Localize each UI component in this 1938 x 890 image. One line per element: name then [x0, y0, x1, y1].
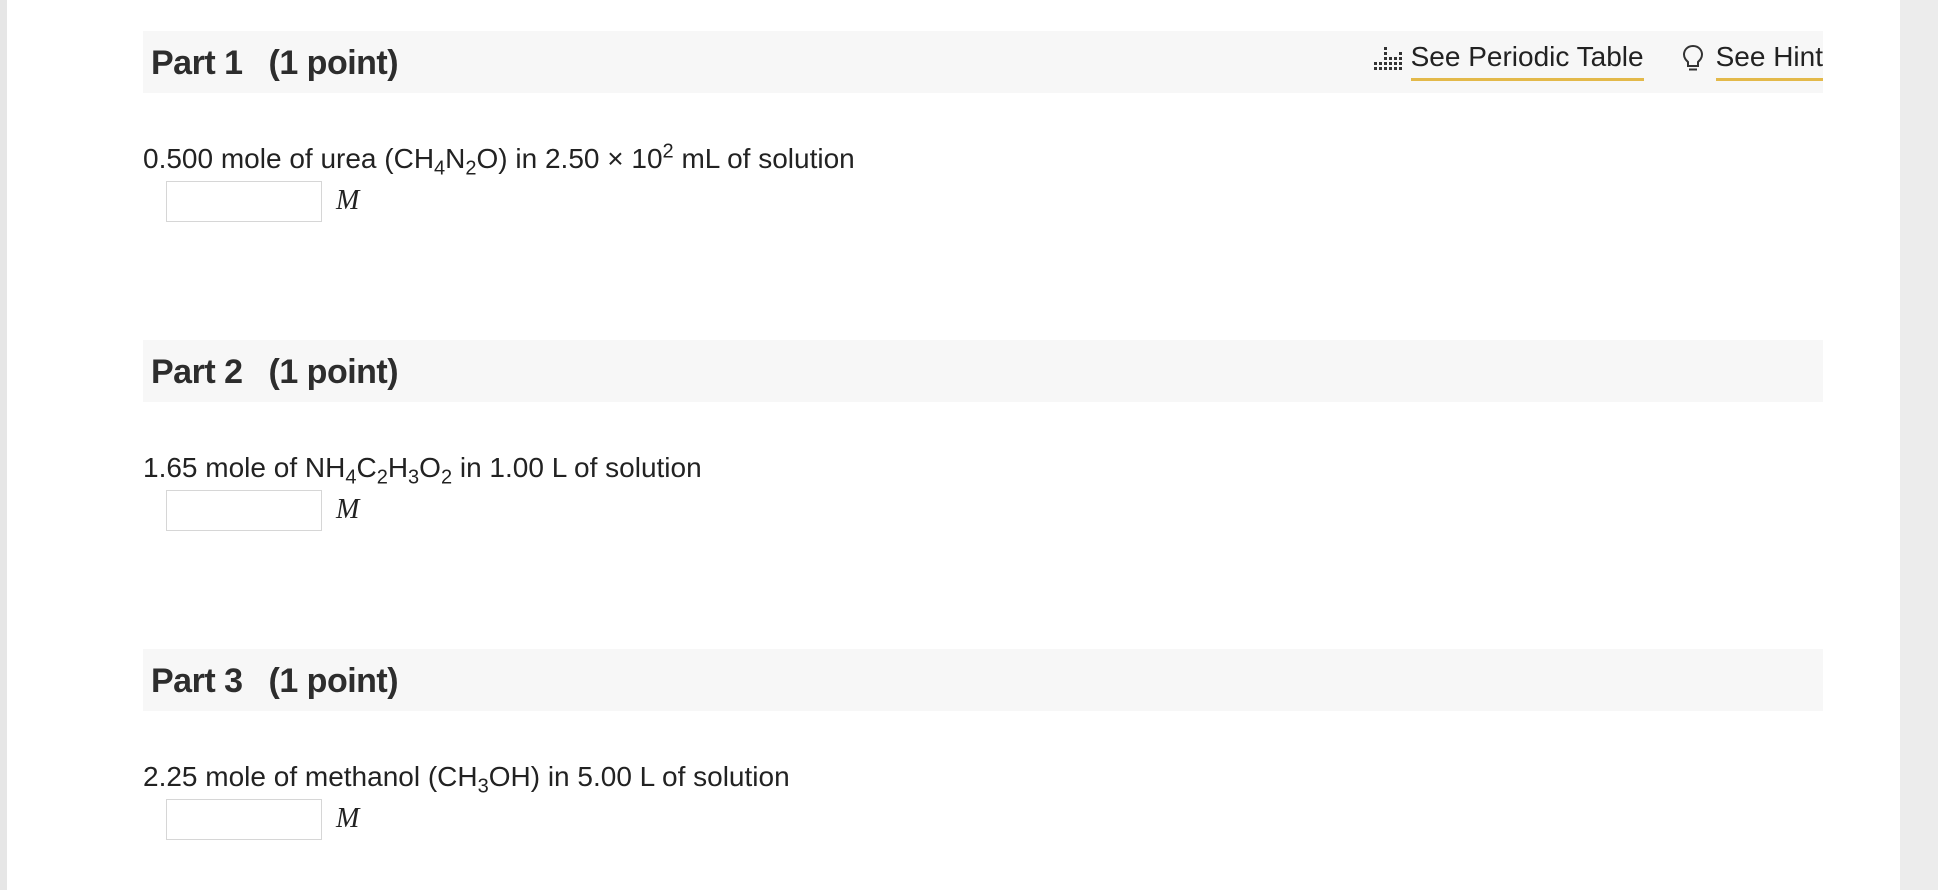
see-hint-link[interactable]: See Hint: [1678, 41, 1823, 81]
part-points: (1 point): [268, 44, 399, 82]
subscript: 3: [477, 775, 489, 798]
left-edge: [0, 0, 7, 890]
part-1-unit: M: [336, 185, 360, 216]
subscript: 3: [408, 466, 420, 489]
periodic-table-icon: [1373, 43, 1403, 73]
part-2-answer-input[interactable]: [166, 490, 322, 531]
toolbar: See Periodic Table See Hint: [1339, 41, 1823, 81]
question-text: in 1.00 L of solution: [452, 452, 702, 483]
question-text: N: [445, 143, 466, 174]
question-text: H: [387, 452, 409, 483]
subscript: 4: [345, 466, 357, 489]
part-2-header: Part 2 (1 point): [143, 340, 1823, 402]
question-text: O) in 2.50 × 10: [476, 143, 663, 174]
question-text: 2.25 mole of methanol (CH: [143, 761, 478, 792]
question-text: mL of solution: [673, 143, 855, 174]
part-1-title: Part 1 (1 point): [151, 44, 399, 83]
right-scroll-gutter: [1900, 0, 1938, 890]
question-text: 1.65 mole of NH: [143, 452, 346, 483]
part-1-question: 0.500 mole of urea (CH4N2O) in 2.50 × 10…: [143, 140, 855, 179]
part-2-unit: M: [336, 494, 360, 525]
subscript: 2: [376, 466, 388, 489]
part-label: Part 1: [151, 44, 243, 82]
subscript: 4: [434, 157, 446, 180]
question-text: OH) in 5.00 L of solution: [488, 761, 790, 792]
question-text: O: [419, 452, 441, 483]
part-1-answer-input[interactable]: [166, 181, 322, 222]
see-periodic-table-label: See Periodic Table: [1410, 41, 1644, 81]
part-label: Part 2: [151, 353, 243, 391]
see-hint-label: See Hint: [1715, 41, 1823, 81]
part-3-header: Part 3 (1 point): [143, 649, 1823, 711]
lightbulb-icon: [1678, 43, 1708, 73]
subscript: 2: [465, 157, 477, 180]
part-3-title: Part 3 (1 point): [151, 662, 399, 701]
part-2-question: 1.65 mole of NH4C2H3O2 in 1.00 L of solu…: [143, 452, 702, 488]
subscript: 2: [440, 466, 453, 489]
question-text: C: [356, 452, 377, 483]
part-3-answer-input[interactable]: [166, 799, 322, 840]
superscript: 2: [662, 140, 674, 163]
part-1-header: Part 1 (1 point) See Periodic Table See …: [143, 31, 1823, 93]
part-3-question: 2.25 mole of methanol (CH3OH) in 5.00 L …: [143, 761, 790, 797]
part-3-unit: M: [336, 803, 360, 834]
part-points: (1 point): [268, 353, 399, 391]
part-2-title: Part 2 (1 point): [151, 353, 399, 392]
part-points: (1 point): [268, 662, 399, 700]
question-text: 0.500 mole of urea (CH: [143, 143, 435, 174]
see-periodic-table-link[interactable]: See Periodic Table: [1373, 41, 1644, 81]
part-label: Part 3: [151, 662, 243, 700]
